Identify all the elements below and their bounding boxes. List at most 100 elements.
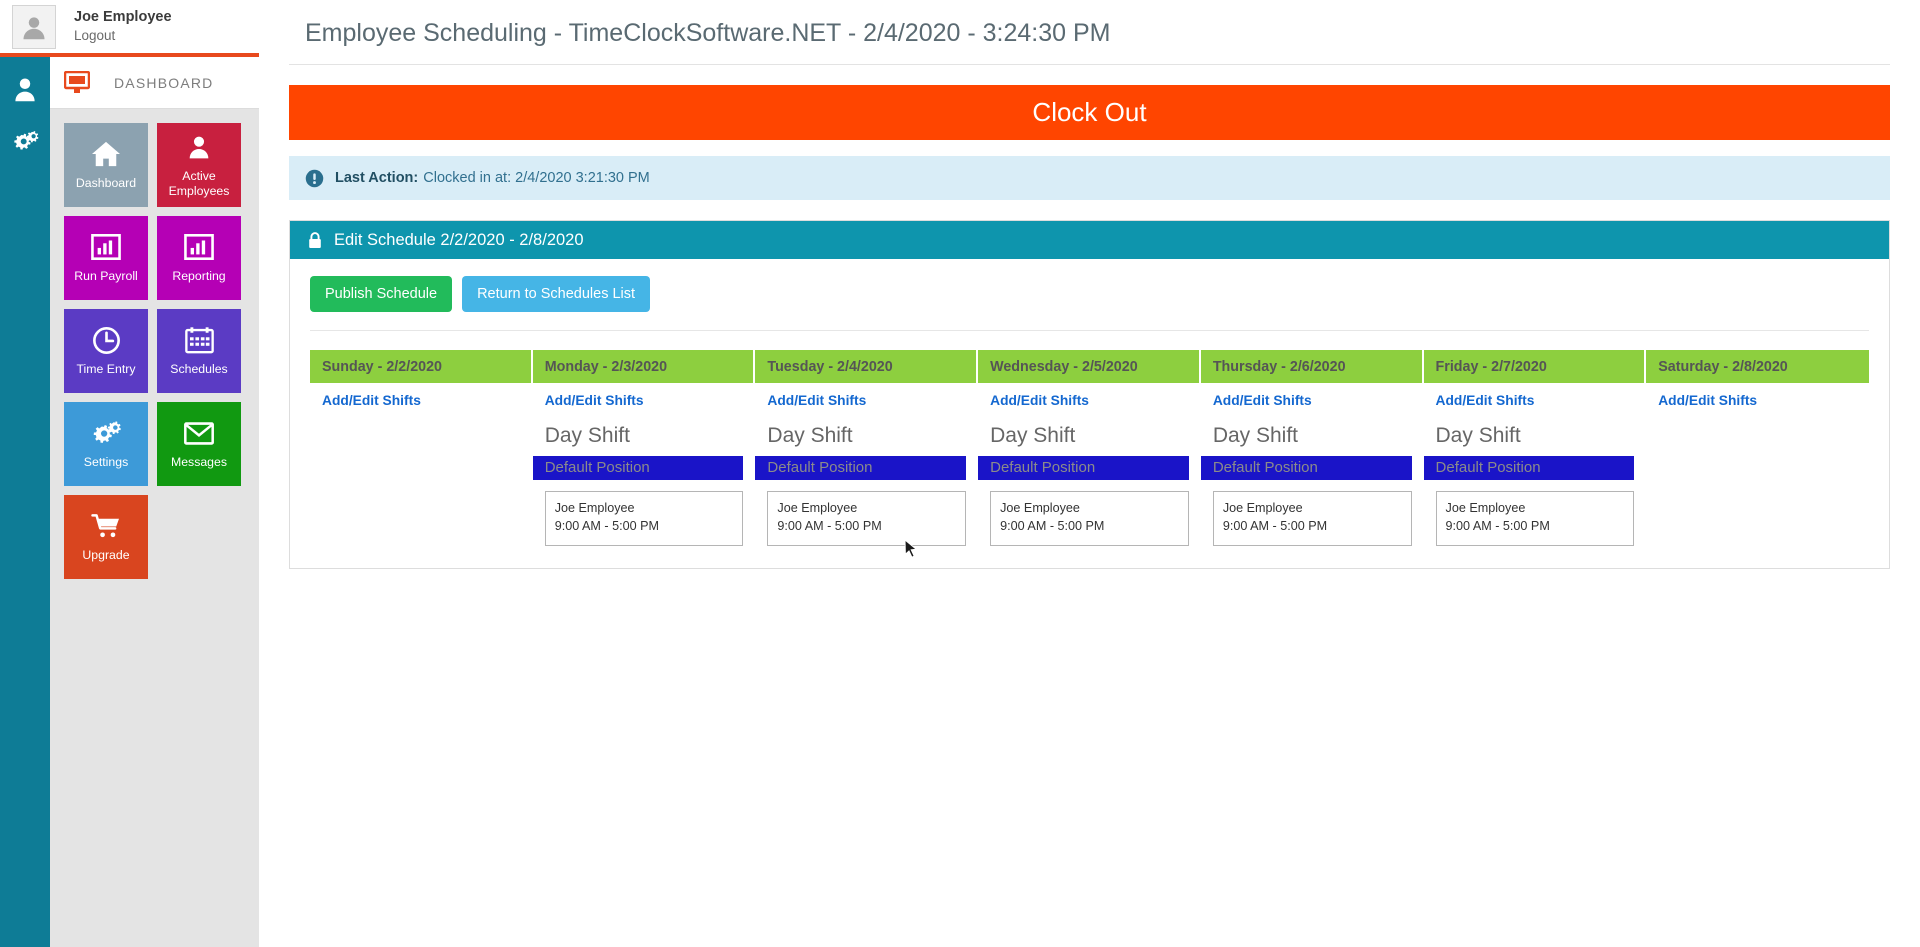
return-to-schedules-list-button[interactable]: Return to Schedules List — [462, 276, 650, 312]
bar-chart-icon — [91, 232, 121, 262]
user-avatar-icon — [20, 13, 48, 41]
exclamation-circle-icon — [305, 169, 324, 188]
employee-name: Joe Employee — [1223, 499, 1402, 517]
sidebar-tile-label: Time Entry — [77, 362, 136, 376]
shift-position-bar: Default Position — [978, 456, 1189, 480]
sidebar-dashboard-header[interactable]: DASHBOARD — [50, 57, 259, 109]
shift-title: Day Shift — [1424, 418, 1635, 456]
sidebar-dashboard-label: DASHBOARD — [114, 75, 213, 91]
clock-out-button[interactable]: Clock Out — [289, 85, 1890, 140]
shift-title: Day Shift — [533, 418, 744, 456]
schedule-day-column: Saturday - 2/8/2020 — [1646, 350, 1869, 383]
schedule-day-column: Tuesday - 2/4/2020 — [755, 350, 978, 383]
employee-name: Joe Employee — [555, 499, 734, 517]
schedule-addedit-cell: Add/Edit Shifts — [1424, 383, 1647, 418]
gears-icon — [91, 418, 121, 448]
add-edit-shifts-link[interactable]: Add/Edit Shifts — [978, 383, 1201, 418]
lock-icon — [308, 232, 322, 249]
sidebar-tile-reporting[interactable]: Reporting — [157, 216, 241, 300]
last-action-label: Last Action: — [335, 170, 418, 186]
sidebar-tile-messages[interactable]: Messages — [157, 402, 241, 486]
schedule-addedit-cell: Add/Edit Shifts — [978, 383, 1201, 418]
schedule-day-column: Monday - 2/3/2020 — [533, 350, 756, 383]
sidebar-tile-run-payroll[interactable]: Run Payroll — [64, 216, 148, 300]
add-edit-shifts-link[interactable]: Add/Edit Shifts — [755, 383, 978, 418]
day-header: Monday - 2/3/2020 — [533, 350, 756, 383]
employee-name: Joe Employee — [777, 499, 956, 517]
publish-schedule-button[interactable]: Publish Schedule — [310, 276, 452, 312]
shift-employee-card[interactable]: Joe Employee9:00 AM - 5:00 PM — [767, 491, 966, 546]
schedule-shift-cell: Day ShiftDefault Position Joe Employee9:0… — [533, 418, 756, 546]
day-header: Sunday - 2/2/2020 — [310, 350, 533, 383]
day-header: Thursday - 2/6/2020 — [1201, 350, 1424, 383]
sidebar-tile-active-employees[interactable]: Active Employees — [157, 123, 241, 207]
schedule-day-column: Thursday - 2/6/2020 — [1201, 350, 1424, 383]
schedule-addedit-cell: Add/Edit Shifts — [755, 383, 978, 418]
sidebar-tile-upgrade[interactable]: Upgrade — [64, 495, 148, 579]
sidebar-tile-label: Messages — [171, 455, 227, 469]
app-root: Joe Employee Logout DASHBOARD DashboardA… — [0, 0, 1920, 947]
sidebar-tile-label: Schedules — [170, 362, 227, 376]
employee-shift-time: 9:00 AM - 5:00 PM — [1223, 517, 1402, 535]
shift-position-bar: Default Position — [1201, 456, 1412, 480]
day-header: Saturday - 2/8/2020 — [1646, 350, 1869, 383]
schedule-shift-cell: Day ShiftDefault PositionJoe Employee9:0… — [755, 418, 978, 546]
clock-icon — [92, 325, 121, 355]
person-icon — [186, 132, 212, 162]
add-edit-shifts-link[interactable]: Add/Edit Shifts — [1646, 383, 1869, 418]
shift-position-bar: Default Position — [1424, 456, 1635, 480]
last-action-banner: Last Action: Clocked in at: 2/4/2020 3:2… — [289, 156, 1890, 200]
add-edit-shifts-link[interactable]: Add/Edit Shifts — [533, 383, 756, 418]
add-edit-shifts-link[interactable]: Add/Edit Shifts — [1424, 383, 1647, 418]
gears-icon[interactable] — [11, 127, 39, 155]
schedule-day-column: Wednesday - 2/5/2020 — [978, 350, 1201, 383]
schedule-addedit-row: Add/Edit ShiftsAdd/Edit ShiftsAdd/Edit S… — [310, 383, 1869, 418]
logout-link[interactable]: Logout — [74, 28, 172, 45]
envelope-icon — [184, 418, 214, 448]
add-edit-shifts-link[interactable]: Add/Edit Shifts — [310, 383, 533, 418]
add-edit-shifts-link[interactable]: Add/Edit Shifts — [1201, 383, 1424, 418]
schedule-shift-cell: Day ShiftDefault Position Joe Employee9:0… — [1424, 418, 1647, 546]
schedule-day-column: Sunday - 2/2/2020 — [310, 350, 533, 383]
home-icon — [91, 139, 121, 169]
avatar — [12, 5, 56, 49]
sidebar-tile-settings[interactable]: Settings — [64, 402, 148, 486]
schedule-addedit-cell: Add/Edit Shifts — [533, 383, 756, 418]
day-header: Wednesday - 2/5/2020 — [978, 350, 1201, 383]
employee-name: Joe Employee — [1446, 499, 1625, 517]
schedule-day-column: Friday - 2/7/2020 — [1424, 350, 1647, 383]
sidebar-tiles: DashboardActive EmployeesRun PayrollRepo… — [50, 109, 259, 579]
schedule-grid: Sunday - 2/2/2020Monday - 2/3/2020Tuesda… — [310, 350, 1869, 546]
shift-employee-card[interactable]: Joe Employee9:00 AM - 5:00 PM — [1436, 491, 1635, 546]
page-title: Employee Scheduling - TimeClockSoftware.… — [289, 0, 1890, 65]
panel-button-row: Publish Schedule Return to Schedules Lis… — [310, 276, 1869, 331]
shift-position-bar: Default Position — [533, 456, 744, 480]
schedule-addedit-cell: Add/Edit Shifts — [310, 383, 533, 418]
employee-name: Joe Employee — [1000, 499, 1179, 517]
main-content: Employee Scheduling - TimeClockSoftware.… — [259, 0, 1920, 947]
schedule-shift-cell: Day ShiftDefault Position Joe Employee9:0… — [1201, 418, 1424, 546]
sidebar-tile-time-entry[interactable]: Time Entry — [64, 309, 148, 393]
shift-employee-card[interactable]: Joe Employee9:00 AM - 5:00 PM — [1213, 491, 1412, 546]
last-action-text: Clocked in at: 2/4/2020 3:21:30 PM — [423, 170, 650, 186]
sidebar-user-block: Joe Employee Logout — [0, 0, 259, 57]
day-header: Tuesday - 2/4/2020 — [755, 350, 978, 383]
schedule-addedit-cell: Add/Edit Shifts — [1646, 383, 1869, 418]
shift-title: Day Shift — [1201, 418, 1412, 456]
shift-employee-card[interactable]: Joe Employee9:00 AM - 5:00 PM — [545, 491, 744, 546]
schedule-shift-cell — [1646, 418, 1869, 546]
user-icon[interactable] — [11, 75, 39, 103]
employee-shift-time: 9:00 AM - 5:00 PM — [1000, 517, 1179, 535]
monitor-icon — [64, 71, 90, 95]
sidebar-tile-label: Upgrade — [82, 548, 129, 562]
schedule-shift-cell: Day ShiftDefault Position Joe Employee9:0… — [978, 418, 1201, 546]
sidebar-tile-dashboard[interactable]: Dashboard — [64, 123, 148, 207]
shift-title: Day Shift — [978, 418, 1189, 456]
shift-title: Day Shift — [755, 418, 966, 456]
panel-header: Edit Schedule 2/2/2020 - 2/8/2020 — [290, 221, 1889, 259]
panel-title: Edit Schedule 2/2/2020 - 2/8/2020 — [334, 231, 584, 250]
shift-employee-card[interactable]: Joe Employee9:00 AM - 5:00 PM — [990, 491, 1189, 546]
calendar-icon — [185, 325, 214, 355]
sidebar-tile-schedules[interactable]: Schedules — [157, 309, 241, 393]
edit-schedule-panel: Edit Schedule 2/2/2020 - 2/8/2020 Publis… — [289, 220, 1890, 569]
